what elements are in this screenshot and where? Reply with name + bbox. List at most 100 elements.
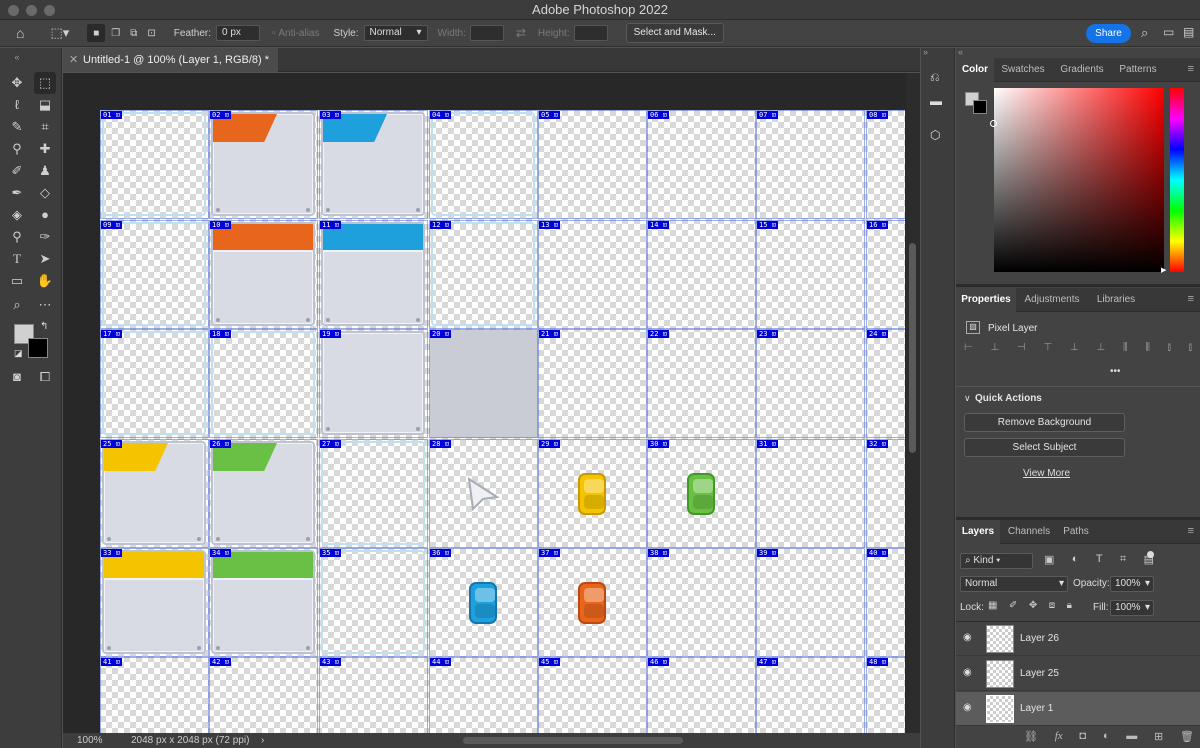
fill-input[interactable]: 100% ▾: [1110, 600, 1154, 616]
delete-layer-icon[interactable]: 🗑︎: [1180, 730, 1194, 743]
background-color-swatch[interactable]: [28, 338, 48, 358]
tab-properties[interactable]: Properties: [956, 288, 1016, 312]
add-selection-icon[interactable]: ❐: [111, 28, 120, 39]
document-tab[interactable]: ✕ Untitled-1 @ 100% (Layer 1, RGB/8) *: [63, 48, 278, 72]
lasso-tool-icon[interactable]: ℓ: [6, 94, 28, 116]
tab-swatches[interactable]: Swatches: [996, 58, 1050, 82]
select-and-mask-button[interactable]: Select and Mask...: [625, 23, 724, 43]
new-selection-icon[interactable]: ■: [87, 24, 106, 42]
distribute-spacing-icon[interactable]: ⫾: [1189, 342, 1192, 354]
slice-cell[interactable]: 01 ⊡: [100, 110, 209, 219]
slice-cell[interactable]: 43 ⊡: [319, 657, 428, 733]
panel-menu-icon[interactable]: ≡: [1188, 525, 1194, 537]
tab-gradients[interactable]: Gradients: [1054, 58, 1110, 82]
eyedropper-icon[interactable]: ⚲: [6, 138, 28, 160]
align-top-icon[interactable]: ⊤: [1044, 342, 1053, 354]
slice-cell[interactable]: 30 ⊡: [647, 439, 756, 548]
slice-cell[interactable]: 47 ⊡: [756, 657, 865, 733]
status-chevron-icon[interactable]: ›: [261, 733, 264, 748]
slice-cell[interactable]: 11 ⊡: [319, 220, 428, 329]
feather-input[interactable]: 0 px: [216, 25, 261, 41]
slice-cell[interactable]: 04 ⊡: [429, 110, 538, 219]
slice-cell[interactable]: 14 ⊡: [647, 220, 756, 329]
slice-cell[interactable]: 03 ⊡: [319, 110, 428, 219]
slice-cell[interactable]: 37 ⊡: [538, 548, 647, 657]
slice-cell[interactable]: 08 ⊡: [866, 110, 905, 219]
tab-layers[interactable]: Layers: [956, 520, 1000, 544]
share-button[interactable]: Share: [1086, 24, 1131, 43]
slice-cell[interactable]: 34 ⊡: [209, 548, 318, 657]
comments-panel-icon[interactable]: ▬: [930, 94, 942, 108]
stamp-tool-icon[interactable]: ♟: [34, 160, 56, 182]
swap-icon[interactable]: ⇄: [516, 26, 526, 40]
slice-cell[interactable]: 48 ⊡: [866, 657, 905, 733]
vertical-scrollbar[interactable]: [906, 73, 920, 733]
tab-color[interactable]: Color: [956, 58, 994, 82]
view-more-link[interactable]: View More: [1023, 468, 1070, 479]
slice-cell[interactable]: 41 ⊡: [100, 657, 209, 733]
slice-cell[interactable]: 24 ⊡: [866, 329, 905, 438]
distribute-icon[interactable]: ⫼: [1123, 342, 1128, 354]
slice-cell[interactable]: 42 ⊡: [209, 657, 318, 733]
slice-cell[interactable]: 07 ⊡: [756, 110, 865, 219]
healing-brush-icon[interactable]: ✚: [34, 138, 56, 160]
slice-cell[interactable]: 25 ⊡: [100, 439, 209, 548]
slice-cell[interactable]: 19 ⊡: [319, 329, 428, 438]
lock-all-icon[interactable]: 🔒︎: [1067, 600, 1072, 611]
filter-pixel-icon[interactable]: ▣: [1044, 553, 1054, 566]
slice-cell[interactable]: 10 ⊡: [209, 220, 318, 329]
brush-tool-icon[interactable]: ✐: [6, 160, 28, 182]
distribute-h-icon[interactable]: ⫼: [1145, 342, 1150, 354]
slice-cell[interactable]: 06 ⊡: [647, 110, 756, 219]
default-colors-icon[interactable]: ◪: [14, 348, 23, 359]
slice-cell[interactable]: 38 ⊡: [647, 548, 756, 657]
tab-patterns[interactable]: Patterns: [1114, 58, 1162, 82]
slice-cell[interactable]: 28 ⊡: [429, 439, 538, 548]
align-bottom-icon[interactable]: ⊥: [1097, 342, 1106, 354]
opacity-input[interactable]: 100% ▾: [1110, 576, 1154, 592]
marquee-tool-icon[interactable]: ⬚: [34, 72, 56, 94]
lock-artboard-icon[interactable]: ⧈: [1049, 600, 1055, 611]
zoom-level[interactable]: 100%: [77, 733, 103, 748]
eye-icon[interactable]: ◉: [963, 667, 972, 678]
slice-cell[interactable]: 32 ⊡: [866, 439, 905, 548]
layer-row[interactable]: ◉ Layer 25: [956, 657, 1200, 691]
layer-name[interactable]: Layer 1: [1020, 703, 1053, 714]
fx-icon[interactable]: fx: [1055, 730, 1063, 743]
history-brush-icon[interactable]: ✒: [6, 182, 28, 204]
blend-mode-select[interactable]: Normal ▾: [960, 576, 1068, 592]
canvas-area[interactable]: 01 ⊡ 02 ⊡ 03 ⊡ 04 ⊡ 05 ⊡ 06 ⊡ 07 ⊡ 08 ⊡ 09 ⊡ 10 ⊡…: [63, 73, 920, 733]
search-icon[interactable]: ⌕: [1141, 25, 1148, 41]
quick-mask-icon[interactable]: ◙: [6, 366, 28, 388]
slice-cell[interactable]: 17 ⊡: [100, 329, 209, 438]
slice-cell[interactable]: 26 ⊡: [209, 439, 318, 548]
add-mask-icon[interactable]: ◘: [1079, 730, 1086, 743]
slice-cell[interactable]: 33 ⊡: [100, 548, 209, 657]
slice-cell[interactable]: 05 ⊡: [538, 110, 647, 219]
paint-bucket-icon[interactable]: ◈: [6, 204, 28, 226]
lock-position-icon[interactable]: ✥: [1029, 600, 1037, 611]
slice-cell[interactable]: 22 ⊡: [647, 329, 756, 438]
quick-select-icon[interactable]: ✎: [6, 116, 28, 138]
tab-channels[interactable]: Channels: [1002, 520, 1056, 544]
slice-cell[interactable]: 46 ⊡: [647, 657, 756, 733]
layer-row[interactable]: ◉ Layer 26: [956, 622, 1200, 656]
tab-libraries[interactable]: Libraries: [1090, 288, 1142, 312]
more-options-button[interactable]: •••: [1110, 366, 1121, 377]
path-select-icon[interactable]: ➤: [34, 248, 56, 270]
slice-cell[interactable]: 16 ⊡: [866, 220, 905, 329]
filter-adjust-icon[interactable]: ◐: [1072, 553, 1079, 566]
align-middle-icon[interactable]: ⊥: [1070, 342, 1079, 354]
slice-cell[interactable]: 13 ⊡: [538, 220, 647, 329]
subtract-selection-icon[interactable]: ⧉: [130, 28, 137, 39]
adjustment-layer-icon[interactable]: ◐: [1103, 730, 1110, 743]
filter-shape-icon[interactable]: ⌗: [1120, 553, 1126, 566]
style-select[interactable]: Normal ▾: [363, 25, 428, 41]
slice-cell[interactable]: 21 ⊡: [538, 329, 647, 438]
close-icon[interactable]: ✕: [69, 48, 78, 72]
new-layer-icon[interactable]: ⊞: [1154, 730, 1163, 743]
height-input[interactable]: [573, 25, 608, 41]
layer-name[interactable]: Layer 25: [1020, 668, 1059, 679]
swap-colors-icon[interactable]: ↰: [40, 321, 48, 332]
slice-cell[interactable]: 29 ⊡: [538, 439, 647, 548]
